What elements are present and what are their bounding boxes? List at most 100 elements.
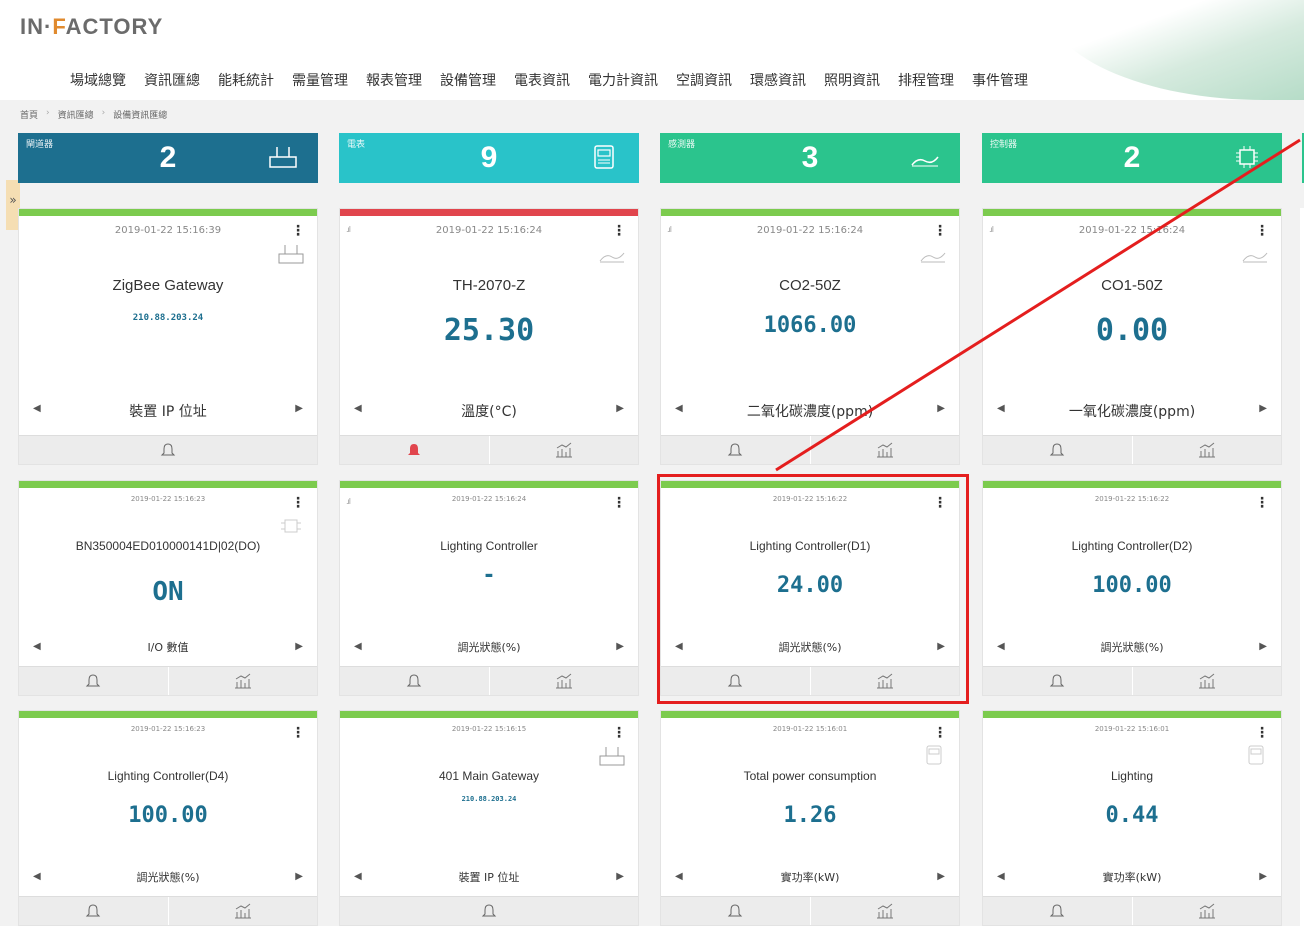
meter-icon	[926, 745, 942, 765]
more-menu-icon[interactable]: ⋮	[291, 495, 305, 511]
next-arrow-icon[interactable]: ▶	[937, 641, 945, 652]
device-card-highlighted[interactable]: 2019-01-22 15:16:22 ⋮ Lighting Controlle…	[660, 480, 960, 696]
next-arrow-icon[interactable]: ▶	[295, 641, 303, 652]
next-arrow-icon[interactable]: ▶	[937, 403, 945, 414]
device-name: BN350004ED010000141D|02(DO)	[75, 539, 261, 553]
more-menu-icon[interactable]: ⋮	[612, 223, 626, 239]
card-footer	[661, 666, 959, 695]
device-card[interactable]: .ıl 2019-01-22 15:16:24 ⋮ TH-2070-Z 25.3…	[339, 208, 639, 465]
more-menu-icon[interactable]: ⋮	[933, 495, 947, 511]
next-arrow-icon[interactable]: ▶	[1259, 641, 1267, 652]
next-arrow-icon[interactable]: ▶	[1259, 871, 1267, 882]
value-unit: 溫度(°C)	[461, 404, 517, 420]
chart-button[interactable]	[169, 667, 318, 695]
breadcrumb-info-summary[interactable]: 資訊匯總	[58, 108, 94, 121]
more-menu-icon[interactable]: ⋮	[291, 223, 305, 239]
value-unit: 調光狀態(%)	[457, 641, 521, 654]
device-card[interactable]: 2019-01-22 15:16:01 ⋮ Total power consum…	[660, 710, 960, 926]
more-menu-icon[interactable]: ⋮	[933, 725, 947, 741]
chart-button[interactable]	[490, 667, 639, 695]
alarm-button[interactable]	[661, 897, 811, 925]
summary-meters[interactable]: 電表 9	[339, 133, 639, 183]
more-menu-icon[interactable]: ⋮	[933, 223, 947, 239]
next-arrow-icon[interactable]: ▶	[616, 871, 624, 882]
alarm-button[interactable]	[661, 436, 811, 464]
chart-button[interactable]	[1133, 897, 1282, 925]
chart-button[interactable]	[1133, 667, 1282, 695]
device-card[interactable]: .ıl 2019-01-22 15:16:24 ⋮ CO2-50Z 1066.0…	[660, 208, 960, 465]
device-card[interactable]: 2019-01-22 15:16:39 ⋮ ZigBee Gateway 210…	[18, 208, 318, 465]
nav-item-site-overview[interactable]: 場域總覽	[70, 70, 126, 90]
chart-button[interactable]	[811, 436, 960, 464]
timestamp: 2019-01-22 15:16:24	[1078, 225, 1186, 236]
main-nav: 場域總覽 資訊匯總 能耗統計 需量管理 報表管理 設備管理 電表資訊 電力計資訊…	[70, 70, 1046, 90]
nav-item-demand-mgmt[interactable]: 需量管理	[292, 70, 348, 90]
alarm-button[interactable]	[983, 667, 1133, 695]
more-menu-icon[interactable]: ⋮	[1255, 223, 1269, 239]
card-footer	[19, 666, 317, 695]
device-card[interactable]: .ıl 2019-01-22 15:16:24 ⋮ Lighting Contr…	[339, 480, 639, 696]
more-menu-icon[interactable]: ⋮	[612, 725, 626, 741]
summary-gateways[interactable]: 閘道器 2	[18, 133, 318, 183]
device-card[interactable]: 2019-01-22 15:16:22 ⋮ Lighting Controlle…	[982, 480, 1282, 696]
chart-button[interactable]	[811, 667, 960, 695]
alarm-button[interactable]	[661, 667, 811, 695]
device-name: Lighting Controller(D4)	[107, 769, 229, 783]
breadcrumb: 首頁 › 資訊匯總 › 設備資訊匯總	[20, 108, 167, 121]
nav-item-lighting-info[interactable]: 照明資訊	[824, 70, 880, 90]
device-value: 25.30	[443, 313, 535, 348]
card-footer	[340, 666, 638, 695]
more-menu-icon[interactable]: ⋮	[291, 725, 305, 741]
timestamp: 2019-01-22 15:16:01	[1094, 725, 1170, 733]
card-footer	[983, 435, 1281, 464]
alarm-button[interactable]	[983, 897, 1133, 925]
next-arrow-icon[interactable]: ▶	[1259, 403, 1267, 414]
breadcrumb-home[interactable]: 首頁	[20, 108, 38, 121]
next-arrow-icon[interactable]: ▶	[616, 403, 624, 414]
chart-button[interactable]	[1133, 436, 1282, 464]
nav-item-info-summary[interactable]: 資訊匯總	[144, 70, 200, 90]
nav-item-schedule-mgmt[interactable]: 排程管理	[898, 70, 954, 90]
nav-item-meter-info[interactable]: 電表資訊	[514, 70, 570, 90]
more-menu-icon[interactable]: ⋮	[1255, 495, 1269, 511]
nav-item-env-info[interactable]: 環感資訊	[750, 70, 806, 90]
summary-controllers[interactable]: 控制器 2	[982, 133, 1282, 183]
next-arrow-icon[interactable]: ▶	[937, 871, 945, 882]
nav-item-energy-stats[interactable]: 能耗統計	[218, 70, 274, 90]
summary-sensors[interactable]: 感測器 3	[660, 133, 960, 183]
alarm-button[interactable]	[19, 897, 169, 925]
nav-item-power-meter-info[interactable]: 電力計資訊	[588, 70, 658, 90]
next-arrow-icon[interactable]: ▶	[295, 403, 303, 414]
alarm-button[interactable]	[340, 897, 638, 925]
timestamp: 2019-01-22 15:16:39	[114, 225, 222, 236]
timestamp: 2019-01-22 15:16:23	[130, 725, 206, 733]
alarm-button[interactable]	[19, 667, 169, 695]
meter-icon	[594, 145, 614, 169]
bell-alert-icon	[408, 444, 421, 455]
device-card[interactable]: 2019-01-22 15:16:01 ⋮ Lighting 0.44 ◀ 實功…	[982, 710, 1282, 926]
more-menu-icon[interactable]: ⋮	[612, 495, 626, 511]
status-bar	[661, 209, 959, 216]
nav-item-report-mgmt[interactable]: 報表管理	[366, 70, 422, 90]
alarm-button[interactable]	[340, 436, 490, 464]
chart-button[interactable]	[169, 897, 318, 925]
device-card[interactable]: 2019-01-22 15:16:23 ⋮ BN350004ED01000014…	[18, 480, 318, 696]
card-footer	[983, 896, 1281, 925]
device-card[interactable]: 2019-01-22 15:16:23 ⋮ Lighting Controlle…	[18, 710, 318, 926]
logo[interactable]: IN·FACTORY	[20, 14, 163, 40]
device-card[interactable]: .ıl 2019-01-22 15:16:24 ⋮ CO1-50Z 0.00 ◀…	[982, 208, 1282, 465]
nav-item-event-mgmt[interactable]: 事件管理	[972, 70, 1028, 90]
bell-icon	[728, 904, 743, 917]
nav-item-hvac-info[interactable]: 空調資訊	[676, 70, 732, 90]
alarm-button[interactable]	[340, 667, 490, 695]
next-arrow-icon[interactable]: ▶	[616, 641, 624, 652]
status-bar	[19, 209, 317, 216]
more-menu-icon[interactable]: ⋮	[1255, 725, 1269, 741]
alarm-button[interactable]	[983, 436, 1133, 464]
chart-button[interactable]	[490, 436, 639, 464]
next-arrow-icon[interactable]: ▶	[295, 871, 303, 882]
device-card[interactable]: 2019-01-22 15:16:15 ⋮ 401 Main Gateway 2…	[339, 710, 639, 926]
nav-item-device-mgmt[interactable]: 設備管理	[440, 70, 496, 90]
alarm-button[interactable]	[19, 436, 317, 464]
chart-button[interactable]	[811, 897, 960, 925]
